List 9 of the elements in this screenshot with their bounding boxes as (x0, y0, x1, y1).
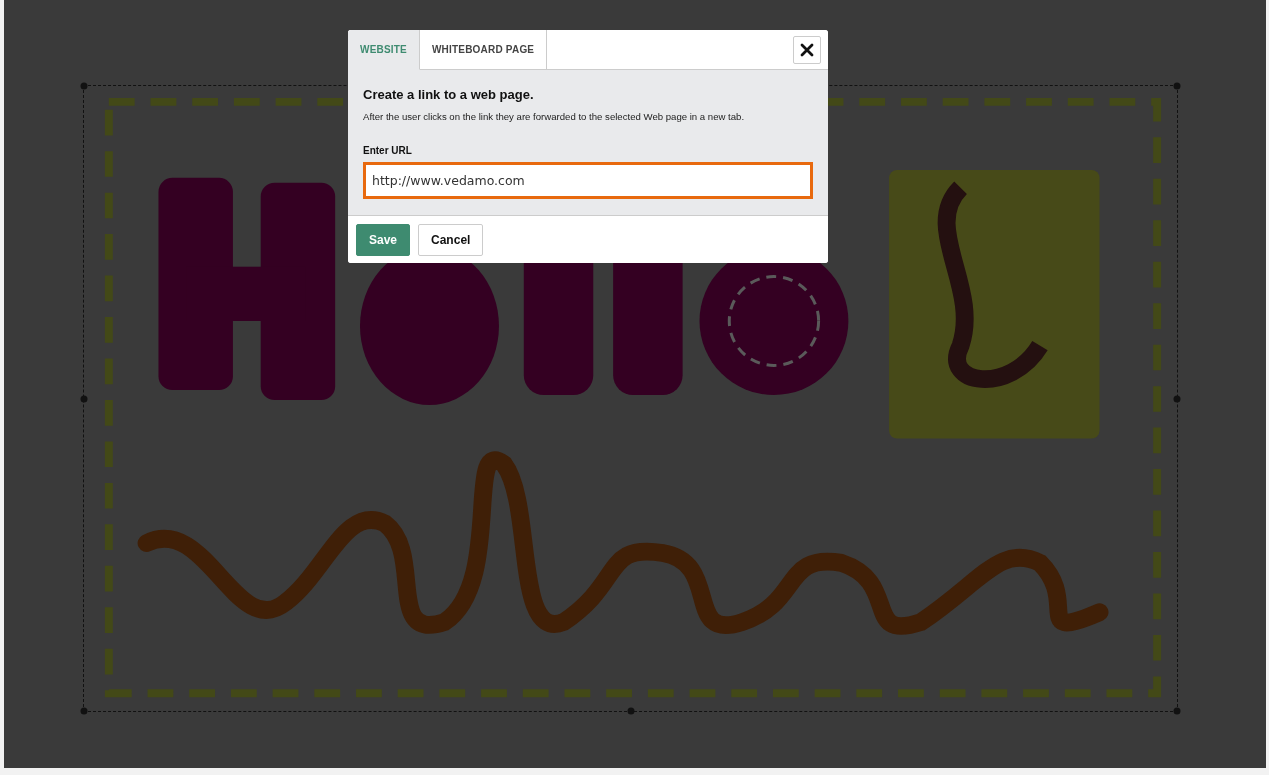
dialog-title: Create a link to a web page. (363, 87, 535, 102)
tab[interactable]: WHITEBOARD PAGE (419, 30, 548, 70)
close-button[interactable] (793, 36, 821, 64)
close-icon (800, 43, 814, 57)
dialog-description: After the user clicks on the link they are forwarded to the selected Web page in a new tab. (363, 111, 746, 122)
url-field[interactable]: http://www.vedamo.com (363, 162, 813, 199)
cancel-button[interactable]: Cancel (418, 224, 484, 256)
url-label: Enter URL (363, 145, 413, 156)
save-button[interactable]: Save (356, 224, 411, 256)
